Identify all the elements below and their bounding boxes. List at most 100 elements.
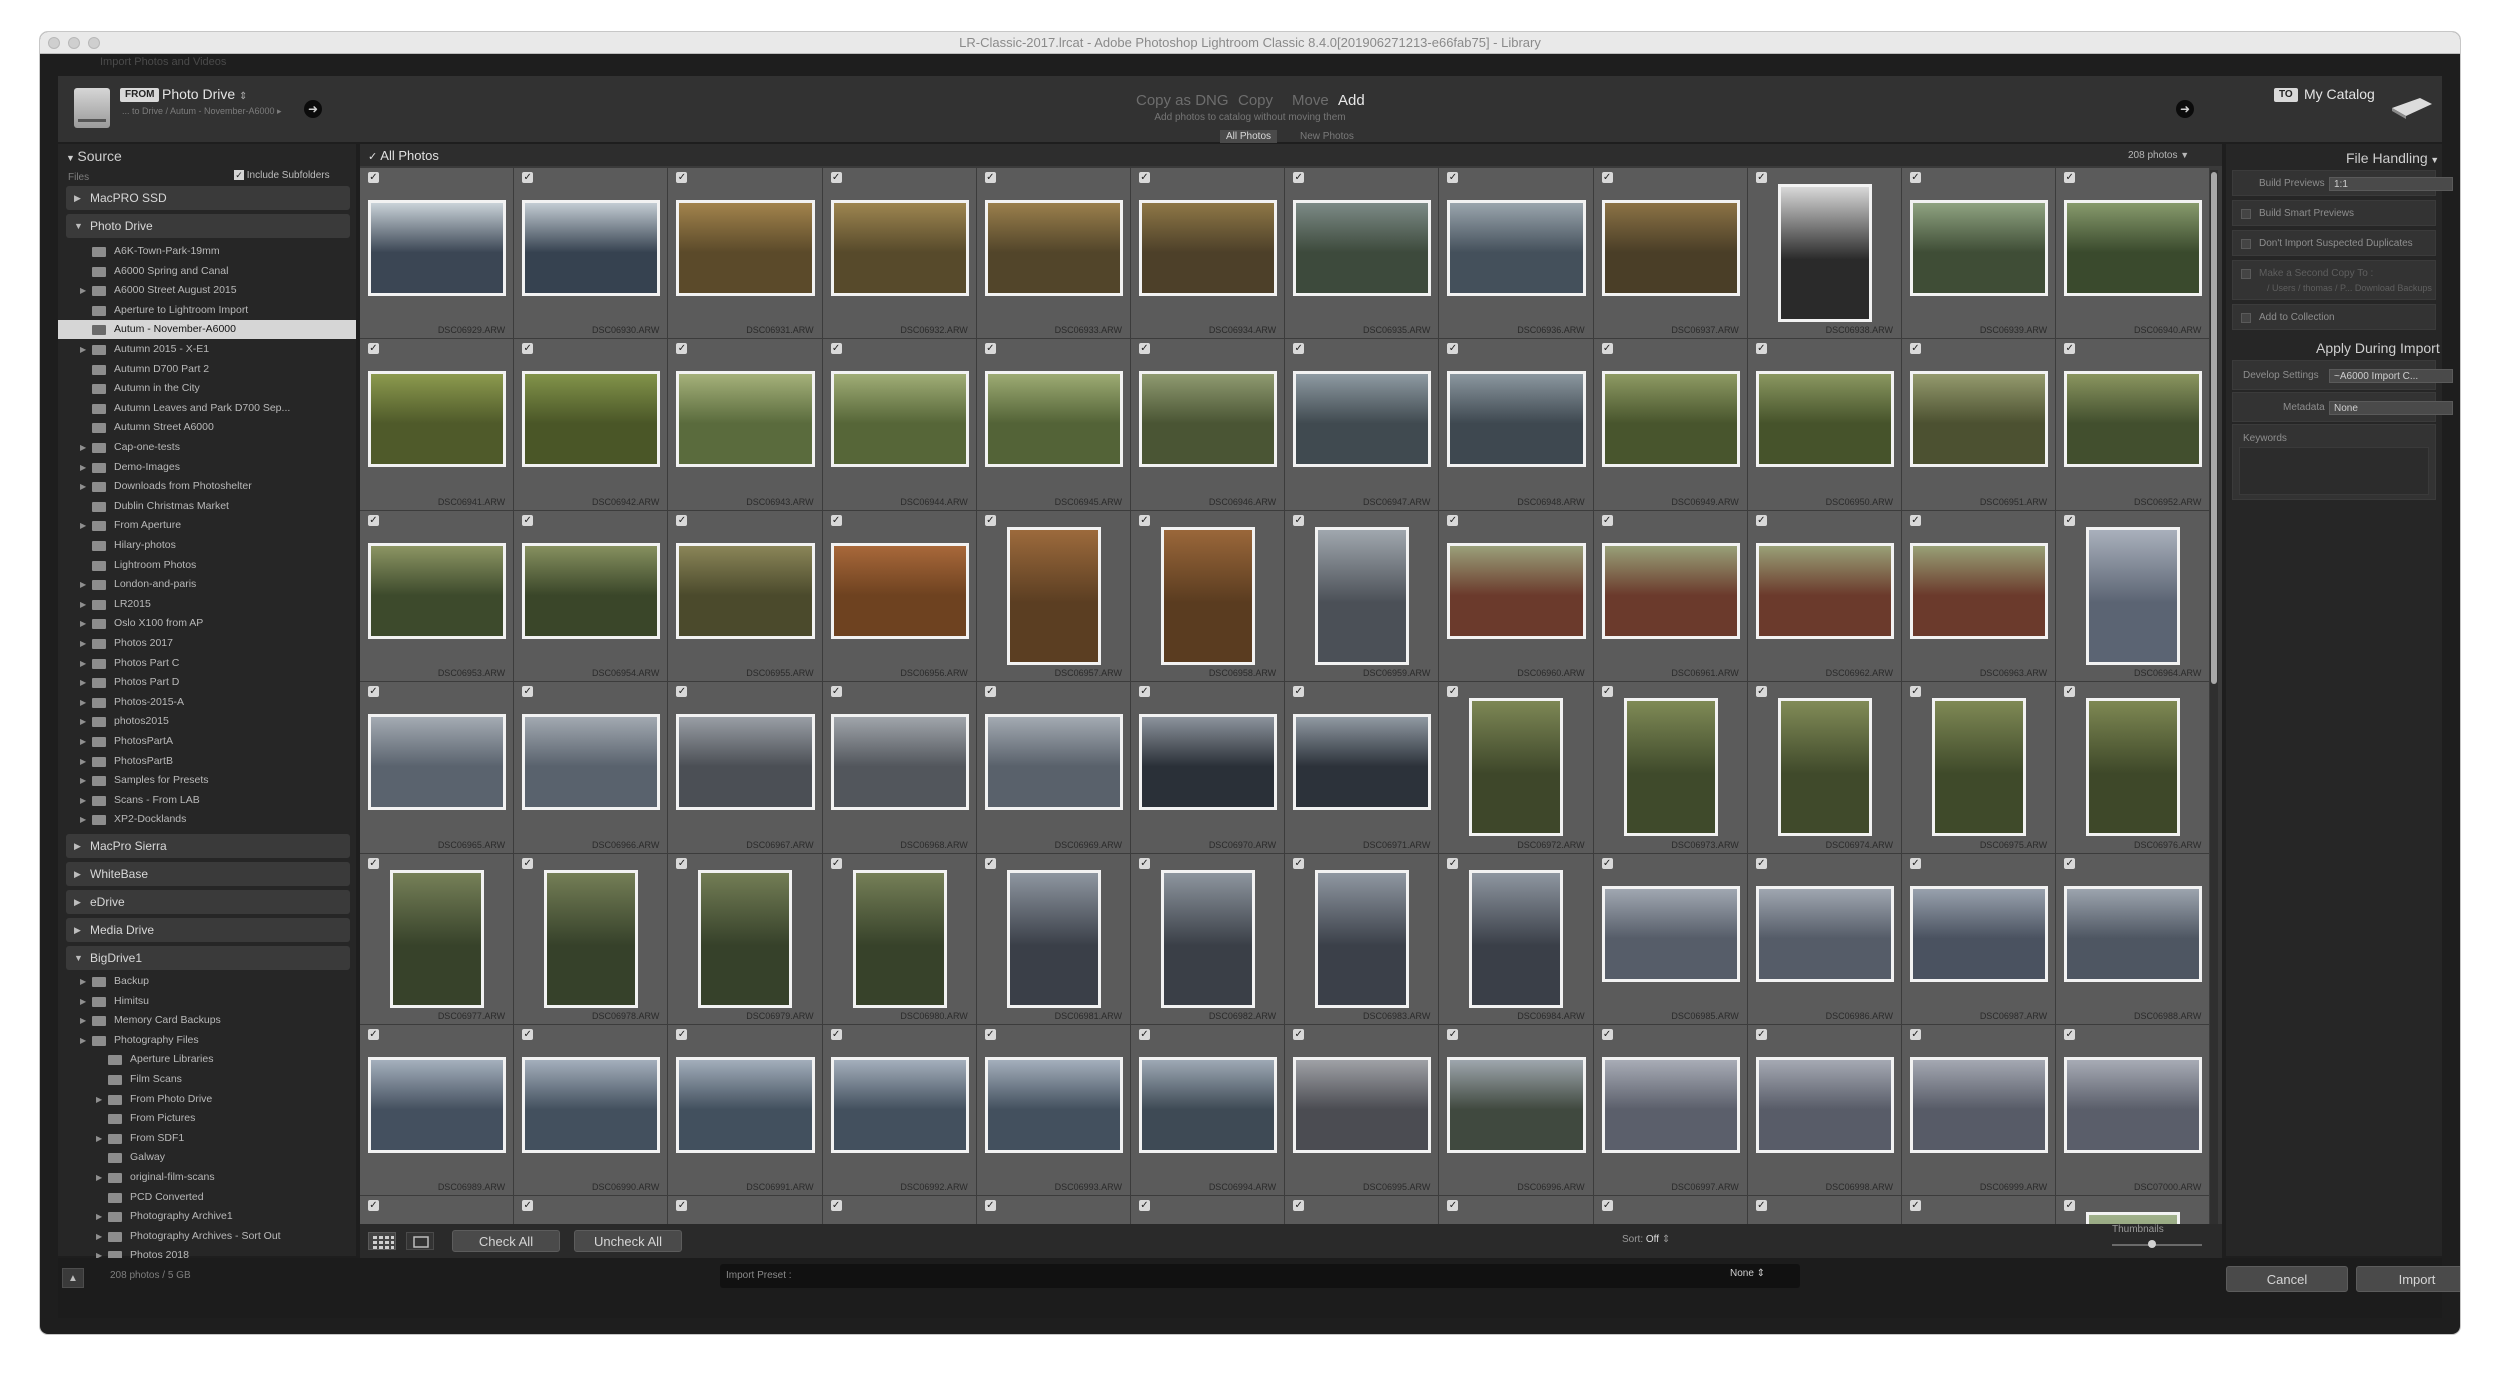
include-photo-checkbox[interactable]: ✓ (1910, 857, 1921, 869)
folder-item[interactable]: Autumn Street A6000 (58, 418, 356, 437)
folder-item[interactable]: A6K-Town-Park-19mm (58, 242, 356, 261)
include-photo-checkbox[interactable]: ✓ (368, 1200, 379, 1212)
include-photo-checkbox[interactable]: ✓ (830, 1029, 842, 1040)
photo-cell[interactable]: ✓ DSC06995.ARW (1285, 1025, 1440, 1197)
photo-thumbnail[interactable] (1469, 869, 1564, 1008)
triangle-right-icon[interactable]: ▶ (80, 752, 86, 771)
folder-item[interactable]: ▶ LR2015 (58, 595, 356, 614)
folder-item[interactable]: ▶ Backup (58, 972, 356, 991)
photo-thumbnail[interactable] (1293, 714, 1432, 811)
photo-cell[interactable]: ✓ DSC06942.ARW (514, 339, 669, 511)
folder-item[interactable]: ▶ Scans - From LAB (58, 791, 356, 810)
triangle-right-icon[interactable]: ▶ (80, 992, 86, 1011)
include-photo-checkbox[interactable]: ✓ (1139, 1200, 1150, 1212)
folder-item[interactable]: ▶ PhotosPartA (58, 732, 356, 751)
file-handling-header[interactable]: File Handling ▼ (2346, 150, 2439, 166)
triangle-right-icon[interactable]: ▶ (80, 281, 86, 300)
collapse-up-icon[interactable]: ▲ (62, 1268, 84, 1288)
include-photo-checkbox[interactable]: ✓ (1447, 857, 1459, 869)
photo-cell[interactable]: ✓ DSC06976.ARW (2056, 682, 2210, 854)
folder-item[interactable]: ▶ London-and-paris (58, 575, 356, 594)
folder-item[interactable]: ▶ Photography Archive1 (58, 1207, 356, 1226)
grid-view-icon[interactable] (368, 1232, 396, 1250)
photo-cell[interactable]: ✓ DSC06957.ARW (976, 510, 1131, 683)
photo-thumbnail[interactable] (1623, 698, 1718, 837)
include-photo-checkbox[interactable]: ✓ (368, 172, 379, 183)
triangle-right-icon[interactable]: ▶ (80, 673, 86, 692)
photo-cell[interactable]: ✓ DSC06933.ARW (976, 168, 1131, 340)
photo-thumbnail[interactable] (368, 714, 507, 811)
photo-cell[interactable]: ✓ DSC06989.ARW (360, 1025, 515, 1197)
photo-cell[interactable]: ✓ DSC06960.ARW (1439, 510, 1594, 683)
photo-thumbnail[interactable] (522, 1057, 661, 1153)
build-smart-previews-checkbox[interactable] (2241, 209, 2251, 219)
include-photo-checkbox[interactable]: ✓ (830, 172, 842, 183)
folder-item[interactable]: ▶ Photos 2017 (58, 634, 356, 653)
photo-cell[interactable]: ✓ (514, 1196, 669, 1224)
include-photo-checkbox[interactable]: ✓ (2064, 343, 2076, 355)
triangle-right-icon[interactable]: ▶ (96, 1227, 102, 1246)
include-photo-checkbox[interactable]: ✓ (1755, 1029, 1767, 1040)
include-photo-checkbox[interactable]: ✓ (1139, 343, 1150, 355)
folder-item[interactable]: ▶ Himitsu (58, 992, 356, 1011)
check-all-button[interactable]: Check All (452, 1230, 560, 1252)
photo-count[interactable]: 208 photos ▼ (2128, 150, 2189, 161)
photo-cell[interactable]: ✓ DSC06980.ARW (822, 853, 977, 1025)
include-photo-checkbox[interactable]: ✓ (368, 686, 379, 698)
folder-item[interactable]: ▶ A6000 Street August 2015 (58, 281, 356, 300)
triangle-right-icon[interactable]: ▶ (80, 614, 86, 633)
photo-cell[interactable]: ✓ DSC06968.ARW (822, 682, 977, 854)
photo-thumbnail[interactable] (1601, 200, 1740, 296)
photo-cell[interactable]: ✓ DSC06969.ARW (976, 682, 1131, 854)
photo-cell[interactable]: ✓ DSC06966.ARW (514, 682, 669, 854)
photo-thumbnail[interactable] (1469, 698, 1564, 837)
triangle-right-icon[interactable]: ▶ (80, 438, 86, 457)
photo-cell[interactable]: ✓ (2056, 1196, 2210, 1224)
folder-item[interactable]: Film Scans (58, 1070, 356, 1089)
photo-thumbnail[interactable] (368, 542, 507, 639)
photo-cell[interactable]: ✓ DSC06965.ARW (360, 682, 515, 854)
include-photo-checkbox[interactable]: ✓ (1910, 1029, 1921, 1040)
photo-cell[interactable]: ✓ DSC06941.ARW (360, 339, 515, 511)
triangle-right-icon[interactable]: ▶ (80, 340, 86, 359)
include-photo-checkbox[interactable]: ✓ (368, 343, 379, 355)
include-photo-checkbox[interactable]: ✓ (2064, 514, 2076, 526)
photo-cell[interactable]: ✓ DSC06985.ARW (1593, 853, 1748, 1025)
triangle-right-icon[interactable]: ▶ (80, 712, 86, 731)
photo-thumbnail[interactable] (522, 200, 661, 296)
folder-item[interactable]: ▶ original-film-scans (58, 1168, 356, 1187)
photo-thumbnail[interactable] (368, 1057, 507, 1153)
photo-thumbnail[interactable] (1139, 1057, 1278, 1153)
photo-thumbnail[interactable] (1447, 371, 1586, 468)
folder-item[interactable]: ▶ Demo-Images (58, 458, 356, 477)
include-photo-checkbox[interactable]: ✓ (1755, 857, 1767, 869)
folder-item[interactable]: ▶ Memory Card Backups (58, 1011, 356, 1030)
photo-thumbnail[interactable] (830, 200, 969, 296)
folder-item[interactable]: ▶ Samples for Presets (58, 771, 356, 790)
photo-cell[interactable]: ✓ DSC06930.ARW (514, 168, 669, 340)
include-photo-checkbox[interactable]: ✓ (676, 857, 688, 869)
triangle-right-icon[interactable]: ▶ (80, 575, 86, 594)
photo-thumbnail[interactable] (1161, 526, 1256, 665)
photo-thumbnail[interactable] (2086, 698, 2181, 837)
tab-new-photos[interactable]: New Photos (1294, 130, 1360, 143)
photo-thumbnail[interactable] (1315, 526, 1410, 665)
include-photo-checkbox[interactable]: ✓ (1755, 1200, 1767, 1212)
folder-item[interactable]: A6000 Spring and Canal (58, 262, 356, 281)
photo-cell[interactable]: ✓ DSC06932.ARW (822, 168, 977, 340)
photo-cell[interactable]: ✓ DSC06972.ARW (1439, 682, 1594, 854)
include-photo-checkbox[interactable]: ✓ (1447, 1029, 1459, 1040)
photo-thumbnail[interactable] (698, 869, 793, 1008)
folder-item[interactable]: ▶ PhotosPartB (58, 752, 356, 771)
include-photo-checkbox[interactable]: ✓ (2064, 1200, 2076, 1212)
include-photo-checkbox[interactable]: ✓ (984, 343, 996, 355)
photo-thumbnail[interactable] (1139, 714, 1278, 811)
photo-cell[interactable]: ✓ DSC06951.ARW (1902, 339, 2057, 511)
source-selector[interactable]: Photo Drive ⇕ (162, 86, 247, 102)
photo-cell[interactable]: ✓ DSC06993.ARW (976, 1025, 1131, 1197)
photo-cell[interactable]: ✓ DSC06987.ARW (1902, 853, 2057, 1025)
arrow-right-icon[interactable]: ➜ (304, 100, 322, 118)
include-photo-checkbox[interactable]: ✓ (522, 172, 534, 183)
include-photo-checkbox[interactable]: ✓ (984, 514, 996, 526)
include-photo-checkbox[interactable]: ✓ (1755, 514, 1767, 526)
